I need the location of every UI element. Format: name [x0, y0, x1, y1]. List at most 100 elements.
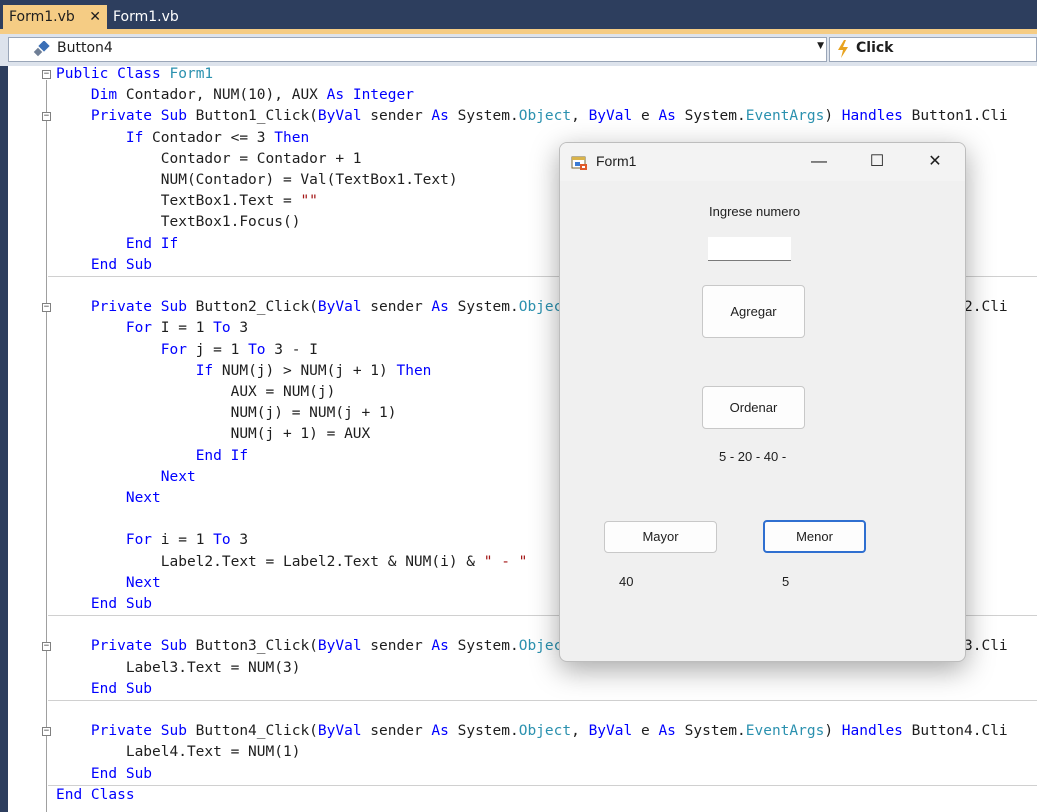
code-line[interactable]: Contador = Contador + 1: [56, 149, 362, 170]
collapse-region-icon[interactable]: −: [42, 70, 51, 79]
code-token: System.: [448, 638, 519, 655]
code-line[interactable]: Dim Contador, NUM(10), AUX As Integer: [56, 85, 414, 106]
outline-guide: [46, 313, 47, 606]
code-token: Public Class: [56, 66, 170, 82]
code-line[interactable]: Private Sub Button4_Click(ByVal sender A…: [56, 721, 1008, 742]
code-token: System.: [675, 723, 746, 740]
code-line[interactable]: NUM(j + 1) = AUX: [56, 424, 371, 445]
code-token: End If: [125, 235, 179, 252]
code-line[interactable]: TextBox1.Text = "": [56, 191, 318, 212]
code-token: ,: [571, 108, 589, 125]
code-line[interactable]: Next: [56, 467, 196, 488]
collapse-region-icon[interactable]: −: [42, 642, 51, 652]
code-token: ByVal: [588, 723, 633, 740]
outline-guide: [46, 652, 47, 691]
collapse-region-icon[interactable]: −: [42, 112, 51, 122]
code-line[interactable]: End Sub: [56, 764, 152, 785]
form-titlebar[interactable]: Form1 — ☐ ✕: [560, 143, 965, 181]
code-line[interactable]: NUM(j) = NUM(j + 1): [56, 403, 397, 424]
code-token: e: [632, 723, 659, 740]
code-token: Button1_Click(: [186, 108, 318, 125]
maximize-icon[interactable]: ☐: [854, 145, 900, 179]
code-token: System.: [448, 299, 519, 316]
code-token: Label3.Text = NUM(3): [56, 659, 301, 676]
code-token: j = 1: [186, 341, 249, 358]
procedure-separator: [48, 700, 1037, 701]
code-token: Form1: [169, 66, 214, 82]
code-line[interactable]: Next: [56, 488, 161, 509]
code-line[interactable]: NUM(Contador) = Val(TextBox1.Text): [56, 170, 458, 191]
code-token: As: [658, 723, 676, 740]
code-line[interactable]: TextBox1.Focus(): [56, 212, 301, 233]
collapse-region-icon[interactable]: −: [42, 303, 51, 313]
code-token: ByVal: [588, 108, 633, 125]
number-input[interactable]: [708, 237, 791, 261]
code-line[interactable]: Label4.Text = NUM(1): [56, 742, 301, 763]
code-token: System.: [675, 108, 746, 125]
code-line[interactable]: AUX = NUM(j): [56, 382, 336, 403]
code-line[interactable]: For i = 1 To 3: [56, 530, 248, 551]
close-icon[interactable]: ✕: [912, 145, 958, 179]
code-token: 3: [230, 320, 249, 337]
code-token: Button4.Cli: [902, 723, 1008, 740]
code-token: Next: [160, 468, 196, 485]
code-token: For: [160, 341, 187, 358]
code-token: To: [248, 341, 266, 358]
code-line[interactable]: End Class: [56, 785, 135, 806]
code-line[interactable]: Next: [56, 573, 161, 594]
code-navigation-bar: Button4 ▼ Click: [0, 34, 1037, 66]
form-app-icon: [571, 154, 587, 170]
code-line[interactable]: Public Class Form1: [56, 66, 213, 85]
code-token: Object: [518, 108, 572, 125]
code-line[interactable]: End If: [56, 234, 178, 255]
code-token: As: [431, 723, 449, 740]
code-line[interactable]: For I = 1 To 3: [56, 318, 248, 339]
code-token: End If: [195, 447, 249, 464]
code-token: AUX = NUM(j): [56, 384, 336, 400]
ordenar-button[interactable]: Ordenar: [702, 386, 805, 429]
code-line[interactable]: Private Sub Button1_Click(ByVal sender A…: [56, 106, 1008, 127]
code-token: As: [431, 108, 449, 125]
chevron-down-icon[interactable]: ▼: [817, 41, 824, 51]
code-line[interactable]: If NUM(j) > NUM(j + 1) Then: [56, 361, 432, 382]
code-token: End Sub: [90, 256, 153, 273]
code-line[interactable]: Label3.Text = NUM(3): [56, 658, 301, 679]
code-token: Private Sub: [90, 108, 187, 125]
code-token: Contador <= 3: [143, 129, 275, 146]
agregar-button[interactable]: Agregar: [702, 285, 805, 338]
code-token: System.: [448, 723, 519, 740]
object-selector-dropdown[interactable]: Button4 ▼: [8, 37, 827, 62]
code-token: NUM(Contador) = Val(TextBox1.Text): [56, 172, 458, 188]
form1-window: Form1 — ☐ ✕ Ingrese numero Agregar Orden…: [559, 142, 966, 662]
code-token: NUM(j) = NUM(j + 1): [56, 405, 397, 422]
mayor-button[interactable]: Mayor: [604, 521, 717, 553]
code-line[interactable]: For j = 1 To 3 - I: [56, 340, 318, 361]
code-token: If: [195, 362, 214, 379]
code-line[interactable]: End If: [56, 446, 248, 467]
code-token: NUM(j) > NUM(j + 1): [213, 362, 397, 379]
code-token: To: [213, 532, 231, 549]
tab-close-icon[interactable]: ✕: [89, 5, 101, 29]
code-line[interactable]: End Sub: [56, 679, 152, 700]
event-selector-dropdown[interactable]: Click: [829, 37, 1037, 62]
code-line[interactable]: If Contador <= 3 Then: [56, 128, 309, 149]
tab-form1-vb[interactable]: Form1.vb ✕: [3, 5, 107, 29]
minimize-icon[interactable]: —: [796, 145, 842, 179]
code-line[interactable]: End Sub: [56, 255, 152, 276]
tab-form1-design[interactable]: Form1.vb [Diseño]: [107, 5, 247, 49]
code-line[interactable]: Label2.Text = Label2.Text & NUM(i) & " -…: [56, 552, 528, 573]
collapse-region-icon[interactable]: −: [42, 727, 51, 737]
menor-button[interactable]: Menor: [763, 520, 866, 553]
code-token: ,: [571, 723, 589, 740]
code-token: If: [125, 129, 144, 146]
code-token: Label2.Text = Label2.Text & NUM(i) &: [56, 553, 484, 570]
code-line[interactable]: End Sub: [56, 594, 152, 615]
code-token: ByVal: [317, 638, 362, 655]
